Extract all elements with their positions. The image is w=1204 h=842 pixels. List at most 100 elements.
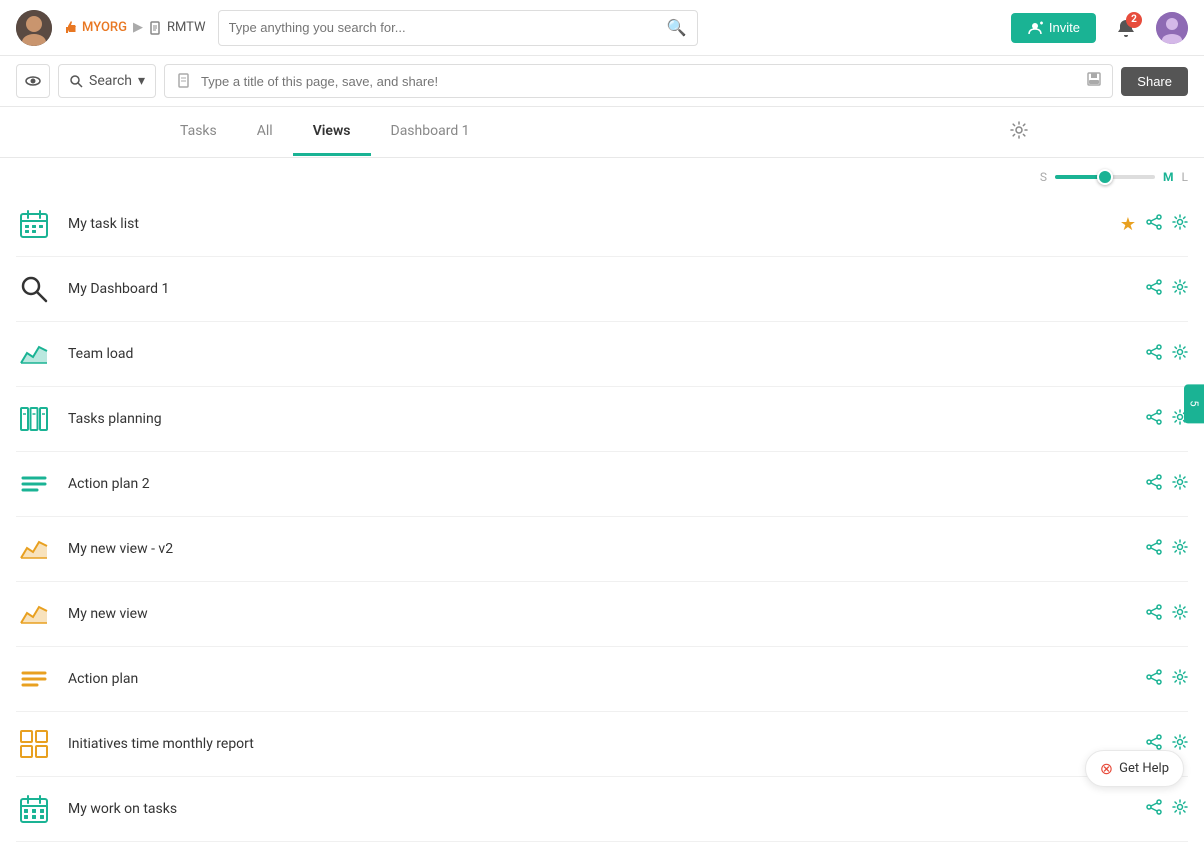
share-icon[interactable] xyxy=(1146,604,1162,624)
view-actions xyxy=(1146,799,1188,819)
view-icon-columns xyxy=(16,401,52,437)
list-item: Tasks planning xyxy=(16,387,1188,452)
share-icon[interactable] xyxy=(1146,409,1162,429)
view-icon-lines xyxy=(16,466,52,502)
view-actions xyxy=(1146,279,1188,299)
view-actions xyxy=(1146,474,1188,494)
global-search-input[interactable] xyxy=(229,20,667,35)
list-item: Team load xyxy=(16,322,1188,387)
size-slider[interactable] xyxy=(1055,174,1155,180)
breadcrumb-separator: ▶ xyxy=(133,20,143,35)
view-name: My new view xyxy=(68,606,1130,622)
slider-thumb[interactable] xyxy=(1097,169,1113,185)
invite-button[interactable]: Invite xyxy=(1011,13,1096,43)
notification-badge: 2 xyxy=(1126,12,1142,28)
save-icon xyxy=(1086,71,1102,91)
view-name: Action plan 2 xyxy=(68,476,1130,492)
page-title-input[interactable] xyxy=(201,74,1080,89)
view-name: My work on tasks xyxy=(68,801,1130,817)
get-help-button[interactable]: ⊗ Get Help xyxy=(1085,750,1184,787)
eye-icon xyxy=(25,73,41,89)
list-item: Action plan 2 xyxy=(16,452,1188,517)
share-icon[interactable] xyxy=(1146,669,1162,689)
right-edge-button[interactable]: 5 xyxy=(1184,384,1204,423)
view-icon-area-chart xyxy=(16,336,52,372)
tabs-settings-gear[interactable] xyxy=(994,107,1044,157)
view-actions: ★ xyxy=(1120,214,1188,235)
view-icon-area-chart-yellow2 xyxy=(16,596,52,632)
title-area xyxy=(164,64,1113,98)
view-name: My task list xyxy=(68,216,1104,232)
tab-dashboard1[interactable]: Dashboard 1 xyxy=(371,109,490,156)
list-item: Action plan xyxy=(16,647,1188,712)
list-item: My work on tasks xyxy=(16,777,1188,842)
org-label[interactable]: MYORG xyxy=(64,20,127,35)
gear-icon[interactable] xyxy=(1172,539,1188,559)
view-actions xyxy=(1146,669,1188,689)
share-icon[interactable] xyxy=(1146,344,1162,364)
get-help-icon: ⊗ xyxy=(1100,759,1113,778)
gear-icon[interactable] xyxy=(1172,344,1188,364)
view-actions xyxy=(1146,344,1188,364)
view-name: Team load xyxy=(68,346,1130,362)
size-small-label: S xyxy=(1040,170,1047,184)
search-dropdown-icon: ▾ xyxy=(138,73,145,89)
view-icon-calendar-grid xyxy=(16,791,52,827)
share-icon[interactable] xyxy=(1146,474,1162,494)
search-icon: 🔍 xyxy=(667,18,687,37)
gear-icon[interactable] xyxy=(1172,669,1188,689)
share-button[interactable]: Share xyxy=(1121,67,1188,96)
header-right: Invite 2 xyxy=(1011,10,1188,46)
gear-icon[interactable] xyxy=(1172,799,1188,819)
breadcrumb: MYORG ▶ RMTW xyxy=(64,20,206,35)
page-label[interactable]: RMTW xyxy=(149,20,206,35)
view-actions xyxy=(1146,604,1188,624)
preview-button[interactable] xyxy=(16,64,50,98)
view-name: Tasks planning xyxy=(68,411,1130,427)
size-large-label: L xyxy=(1182,170,1188,184)
search-toolbar-icon xyxy=(69,74,83,88)
tabs-bar: Tasks All Views Dashboard 1 xyxy=(0,107,1204,158)
user-avatar[interactable] xyxy=(1156,12,1188,44)
list-item: My new view - v2 xyxy=(16,517,1188,582)
tab-tasks[interactable]: Tasks xyxy=(160,109,237,156)
views-list: My task list ★ My Dashboard 1 xyxy=(0,192,1204,842)
thumbs-up-icon xyxy=(64,21,78,35)
view-name: My new view - v2 xyxy=(68,541,1130,557)
gear-icon[interactable] xyxy=(1172,734,1188,754)
share-icon[interactable] xyxy=(1146,539,1162,559)
avatar[interactable] xyxy=(16,10,52,46)
gear-icon[interactable] xyxy=(1172,279,1188,299)
star-icon[interactable]: ★ xyxy=(1120,214,1136,235)
global-search-bar[interactable]: 🔍 xyxy=(218,10,698,46)
list-item: My Dashboard 1 xyxy=(16,257,1188,322)
view-actions xyxy=(1146,539,1188,559)
view-icon-area-chart-yellow xyxy=(16,531,52,567)
tab-views[interactable]: Views xyxy=(293,109,371,156)
toolbar: Search ▾ Share xyxy=(0,56,1204,107)
share-icon[interactable] xyxy=(1146,799,1162,819)
gear-icon[interactable] xyxy=(1172,214,1188,234)
header: MYORG ▶ RMTW 🔍 Invite xyxy=(0,0,1204,56)
view-icon-search xyxy=(16,271,52,307)
page-icon xyxy=(149,21,163,35)
view-name: Action plan xyxy=(68,671,1130,687)
invite-icon xyxy=(1027,20,1043,36)
notifications-button[interactable]: 2 xyxy=(1108,10,1144,46)
view-icon-lines-yellow xyxy=(16,661,52,697)
view-icon-grid-yellow xyxy=(16,726,52,762)
size-slider-row: S M L xyxy=(0,158,1204,192)
share-icon[interactable] xyxy=(1146,214,1162,234)
gear-icon[interactable] xyxy=(1172,474,1188,494)
list-item: Initiatives time monthly report xyxy=(16,712,1188,777)
get-help-label: Get Help xyxy=(1119,761,1169,776)
view-name: My Dashboard 1 xyxy=(68,281,1130,297)
tab-all[interactable]: All xyxy=(237,109,293,156)
list-item: My task list ★ xyxy=(16,192,1188,257)
size-medium-label: M xyxy=(1163,170,1174,184)
gear-icon[interactable] xyxy=(1172,604,1188,624)
search-label: Search xyxy=(89,73,132,89)
share-icon[interactable] xyxy=(1146,279,1162,299)
search-toolbar-button[interactable]: Search ▾ xyxy=(58,64,156,98)
view-icon-calendar xyxy=(16,206,52,242)
